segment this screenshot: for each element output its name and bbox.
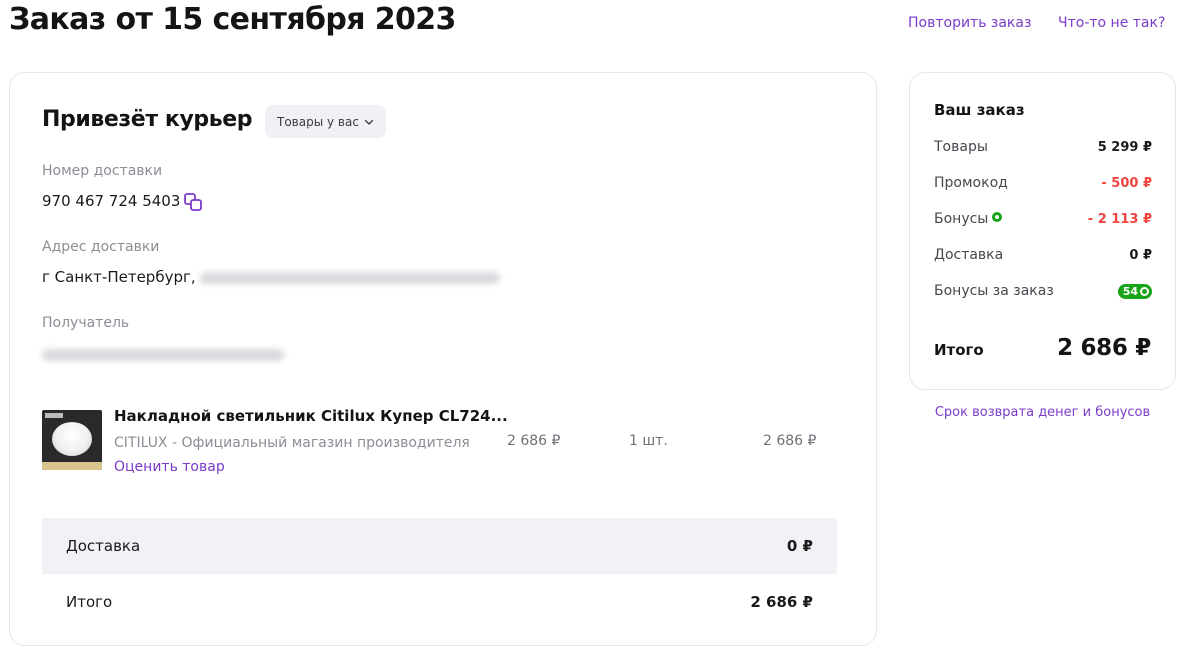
summary-earned-bonus-row: Бонусы за заказ 54: [934, 283, 1152, 299]
summary-delivery-value: 0 ₽: [786, 537, 813, 555]
address-redacted: [200, 271, 501, 284]
summary-bonus-row: Бонусы - 2 113 ₽: [934, 211, 1152, 227]
summary-goods-row: Товары 5 299 ₽: [934, 139, 1152, 155]
product-quantity: 1 шт.: [629, 433, 668, 449]
summary-total-value: 2 686 ₽: [750, 593, 813, 611]
product-price: 2 686 ₽: [507, 433, 561, 449]
bonus-coin-icon: [1140, 286, 1149, 296]
sidebar-total-label: Итого: [934, 341, 984, 359]
summary-delivery-label: Доставка: [934, 247, 1004, 263]
summary-delivery-row: Доставка 0 ₽: [42, 518, 837, 574]
summary-total-label: Итого: [66, 593, 113, 611]
sidebar-total-value: 2 686 ₽: [1057, 335, 1151, 361]
product-shop[interactable]: CITILUX - Официальный магазин производит…: [114, 435, 470, 451]
order-summary-card: Ваш заказ Товары 5 299 ₽ Промокод - 500 …: [909, 72, 1176, 390]
earned-bonus-value: 54: [1122, 284, 1138, 298]
summary-bonus-label: Бонусы: [934, 211, 989, 227]
summary-promo-label: Промокод: [934, 175, 1008, 191]
summary-promo-value: - 500 ₽: [1101, 175, 1152, 191]
refund-terms-link[interactable]: Срок возврата денег и бонусов: [909, 405, 1176, 420]
product-image-tag: [45, 413, 63, 418]
recipient-label: Получатель: [42, 315, 130, 331]
delivery-method-title: Привезёт курьер: [42, 107, 253, 132]
summary-delivery-row: Доставка 0 ₽: [934, 247, 1152, 263]
product-image-lamp: [52, 422, 92, 456]
bonus-coin-icon: [992, 212, 1003, 222]
product-total: 2 686 ₽: [763, 433, 817, 449]
report-problem-link[interactable]: Что-то не так?: [1058, 15, 1165, 31]
summary-bonus-value: - 2 113 ₽: [1087, 211, 1152, 227]
delivery-status-dropdown[interactable]: Товары у вас: [265, 105, 386, 138]
order-details-card: Привезёт курьер Товары у вас Номер доста…: [9, 72, 877, 646]
repeat-order-link[interactable]: Повторить заказ: [908, 15, 1031, 31]
chevron-down-icon: [364, 119, 374, 125]
delivery-address-label: Адрес доставки: [42, 239, 160, 255]
copy-icon[interactable]: [183, 192, 203, 212]
summary-earned-bonus-label: Бонусы за заказ: [934, 283, 1054, 299]
summary-delivery-value: 0 ₽: [1129, 247, 1152, 263]
delivery-address-city: г Санкт-Петербург,: [42, 268, 196, 286]
summary-delivery-label: Доставка: [66, 537, 141, 555]
order-summary-title: Ваш заказ: [934, 101, 1025, 119]
recipient-redacted: [42, 348, 284, 361]
delivery-status-label: Товары у вас: [277, 114, 359, 129]
summary-bonus-label-group: Бонусы: [934, 211, 1003, 227]
product-image[interactable]: [42, 410, 102, 470]
summary-promo-row: Промокод - 500 ₽: [934, 175, 1152, 191]
delivery-address-value: г Санкт-Петербург,: [42, 268, 501, 286]
delivery-number-value: 970 467 724 5403: [42, 192, 181, 210]
page-title: Заказ от 15 сентября 2023: [9, 2, 456, 37]
recipient-value: [42, 345, 284, 363]
summary-goods-value: 5 299 ₽: [1097, 139, 1152, 155]
summary-goods-label: Товары: [934, 139, 988, 155]
summary-total-row: Итого 2 686 ₽: [42, 574, 837, 630]
earned-bonus-badge: 54: [1117, 283, 1152, 299]
product-name[interactable]: Накладной светильник Citilux Купер CL724…: [114, 407, 508, 425]
rate-product-link[interactable]: Оценить товар: [114, 459, 225, 475]
delivery-number-label: Номер доставки: [42, 163, 163, 179]
product-image-strip: [42, 462, 102, 470]
